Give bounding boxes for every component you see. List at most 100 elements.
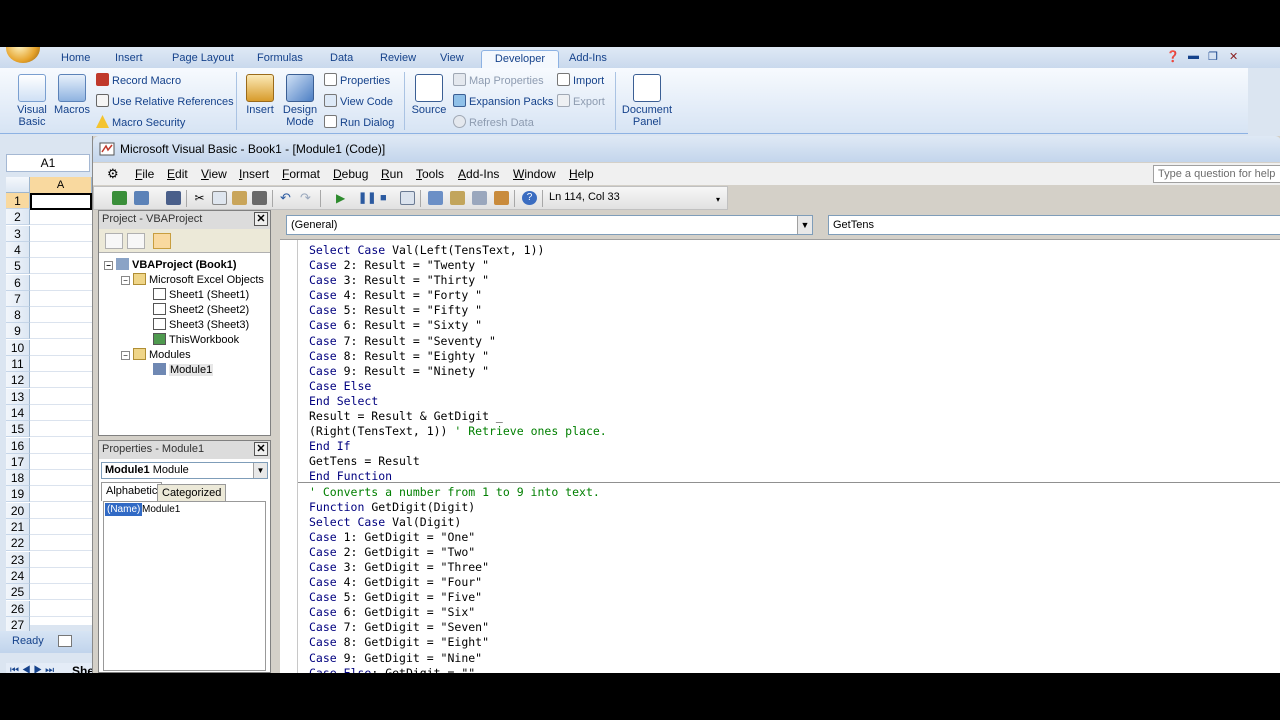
property-name-value[interactable]: Module1 — [142, 503, 180, 516]
row-header[interactable]: 9 — [6, 323, 30, 340]
code-margin-indicator-bar[interactable] — [280, 240, 298, 673]
menu-tools[interactable]: Tools — [416, 167, 444, 181]
cell[interactable] — [30, 601, 92, 617]
column-header-a[interactable]: A — [30, 177, 92, 193]
record-macro-button[interactable]: Record Macro — [96, 72, 181, 90]
chevron-down-icon[interactable]: ▼ — [253, 463, 267, 478]
tree-module1[interactable]: Module1 — [153, 363, 214, 376]
cell[interactable] — [30, 470, 92, 487]
row-header[interactable]: 3 — [6, 225, 30, 242]
insert-controls-button[interactable]: Insert — [242, 74, 278, 116]
tree-vbaproject[interactable]: − VBAProject (Book1) — [104, 258, 237, 271]
design-mode-button[interactable]: Design Mode — [281, 74, 319, 128]
macro-security-button[interactable]: Macro Security — [96, 114, 185, 132]
tree-sheet-item[interactable]: ThisWorkbook — [153, 333, 239, 346]
redo-icon[interactable]: ↷ — [300, 191, 315, 205]
property-name-key[interactable]: (Name) — [105, 503, 143, 516]
row-header[interactable]: 5 — [6, 258, 30, 275]
row-header[interactable]: 22 — [6, 535, 30, 552]
run-dialog-button[interactable]: Run Dialog — [324, 114, 394, 132]
tab-categorized[interactable]: Categorized — [157, 484, 227, 501]
collapse-icon[interactable]: − — [121, 351, 130, 360]
row-header[interactable]: 6 — [6, 274, 30, 291]
active-cell-a1[interactable] — [30, 193, 92, 210]
toolbar-options-icon[interactable]: ▾ — [716, 195, 720, 204]
row-header[interactable]: 19 — [6, 486, 30, 503]
row-header[interactable]: 23 — [6, 551, 30, 568]
save-icon[interactable] — [166, 191, 181, 205]
row-header[interactable]: 15 — [6, 421, 30, 438]
tab-page-layout[interactable]: Page Layout — [168, 50, 238, 68]
cell[interactable] — [30, 389, 92, 405]
object-selector[interactable]: Module1 Module ▼ — [101, 462, 268, 479]
run-icon[interactable]: ▶ — [336, 191, 351, 205]
worksheet-grid[interactable]: A 1 2 3 4 5 6 7 8 9 10 11 12 13 14 15 16 17 18 19 20 21 22 23 2… — [6, 177, 92, 633]
expansion-packs-button[interactable]: Expansion Packs — [453, 93, 553, 111]
menu-view[interactable]: View — [201, 167, 227, 181]
cell[interactable] — [30, 209, 92, 226]
undo-icon[interactable]: ↶ — [280, 191, 295, 205]
row-header[interactable]: 18 — [6, 470, 30, 487]
tab-alphabetic[interactable]: Alphabetic — [101, 482, 163, 501]
tree-sheet-item[interactable]: Sheet1 (Sheet1) — [153, 288, 249, 301]
collapse-icon[interactable]: − — [121, 276, 130, 285]
tree-modules-folder[interactable]: − Modules — [121, 348, 191, 361]
refresh-data-button[interactable]: Refresh Data — [453, 114, 534, 132]
cell[interactable] — [30, 372, 92, 389]
import-button[interactable]: Import — [557, 72, 604, 90]
map-properties-button[interactable]: Map Properties — [453, 72, 544, 90]
cell[interactable] — [30, 242, 92, 258]
menu-window[interactable]: Window — [513, 167, 556, 181]
row-header[interactable]: 25 — [6, 584, 30, 601]
macro-record-icon[interactable] — [58, 635, 72, 647]
use-relative-references-button[interactable]: Use Relative References — [96, 93, 234, 111]
document-panel-button[interactable]: Document Panel — [620, 74, 674, 128]
row-header[interactable]: 8 — [6, 307, 30, 324]
cell[interactable] — [30, 454, 92, 470]
cut-icon[interactable]: ✂ — [192, 191, 207, 205]
help-icon[interactable]: ? — [522, 191, 537, 205]
tab-insert[interactable]: Insert — [111, 50, 147, 68]
source-button[interactable]: Source — [410, 74, 448, 116]
row-header[interactable]: 20 — [6, 502, 30, 519]
cell[interactable] — [30, 584, 92, 601]
restore-icon[interactable]: ❐ — [1208, 50, 1218, 63]
row-header[interactable]: 10 — [6, 339, 30, 356]
menu-run[interactable]: Run — [381, 167, 403, 181]
project-explorer-icon[interactable] — [428, 191, 443, 205]
help-icon[interactable]: ❓ — [1166, 50, 1180, 63]
menu-file[interactable]: File — [135, 167, 154, 181]
name-box[interactable]: A1 — [6, 154, 90, 172]
tree-sheet-item[interactable]: Sheet2 (Sheet2) — [153, 303, 249, 316]
find-icon[interactable] — [252, 191, 267, 205]
row-header[interactable]: 24 — [6, 567, 30, 584]
tab-add-ins[interactable]: Add-Ins — [565, 50, 611, 68]
visual-basic-button[interactable]: Visual Basic — [14, 74, 50, 128]
properties-window-icon[interactable] — [450, 191, 465, 205]
design-mode-icon[interactable] — [400, 191, 415, 205]
macros-button[interactable]: Macros — [53, 74, 91, 116]
tab-formulas[interactable]: Formulas — [253, 50, 307, 68]
cell[interactable] — [30, 275, 92, 291]
menu-help[interactable]: Help — [569, 167, 594, 181]
cell[interactable] — [30, 438, 92, 454]
row-header[interactable]: 1 — [6, 193, 30, 209]
sheet-nav-icon[interactable]: ⏮ ◀ ▶ ⏭ — [10, 665, 54, 673]
tab-review[interactable]: Review — [376, 50, 420, 68]
menu-addins[interactable]: Add-Ins — [458, 167, 499, 181]
break-icon[interactable]: ❚❚ — [358, 191, 376, 205]
copy-icon[interactable] — [212, 191, 227, 205]
cell[interactable] — [30, 486, 92, 503]
tab-view[interactable]: View — [436, 50, 468, 68]
properties-button[interactable]: Properties — [324, 72, 390, 90]
tab-developer[interactable]: Developer — [481, 50, 559, 68]
cell[interactable] — [30, 535, 92, 552]
close-icon[interactable]: ✕ — [254, 442, 268, 456]
view-code-icon[interactable] — [105, 233, 123, 249]
menu-debug[interactable]: Debug — [333, 167, 368, 181]
close-icon[interactable]: ✕ — [1229, 50, 1238, 63]
view-excel-icon[interactable] — [112, 191, 127, 205]
row-header[interactable]: 2 — [6, 209, 30, 226]
row-header[interactable]: 11 — [6, 356, 30, 372]
tab-data[interactable]: Data — [326, 50, 357, 68]
